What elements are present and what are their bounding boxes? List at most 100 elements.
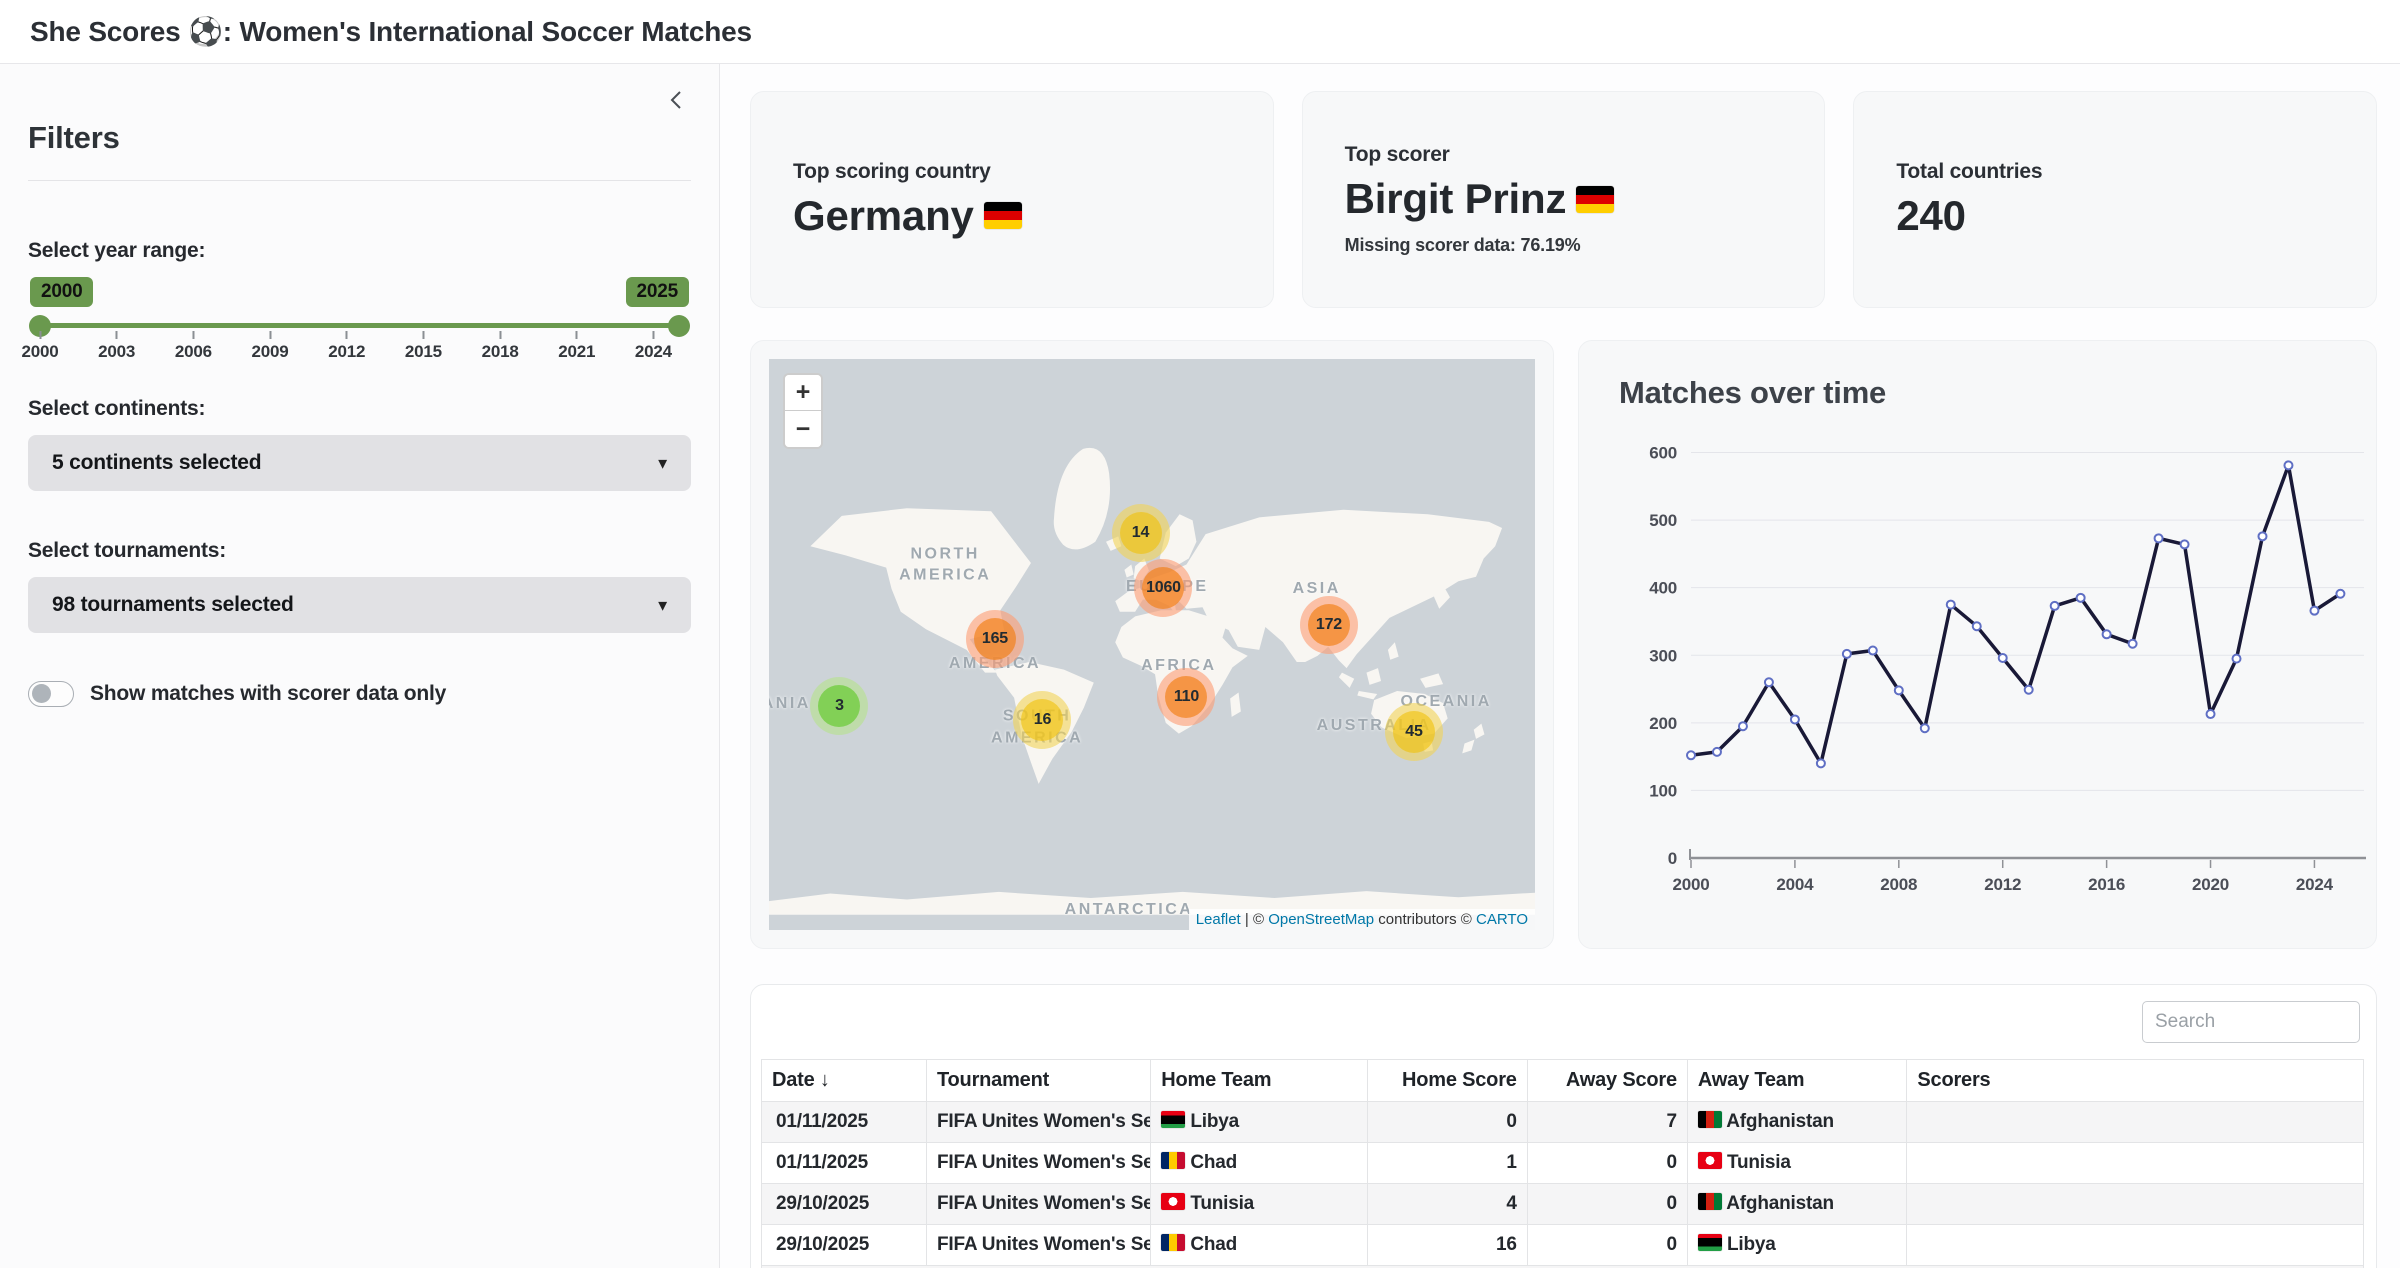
column-label: Scorers <box>1917 1069 1990 1091</box>
leaflet-link[interactable]: Leaflet <box>1196 911 1241 928</box>
column-header-away-team[interactable]: Away Team <box>1687 1060 1906 1102</box>
cluster-circle: 3 <box>818 685 860 727</box>
table-header-row: Date ↓TournamentHome Team Home Score Away … <box>762 1060 2364 1102</box>
card-label: Total countries <box>1896 160 2334 184</box>
scorer-data-toggle[interactable] <box>28 681 74 707</box>
map-cluster-marker[interactable]: 16 <box>1013 691 1071 749</box>
away-score-cell: 0 <box>1527 1143 1687 1184</box>
af-flag-icon <box>1698 1111 1722 1128</box>
matches-over-time-card: Matches over time 0100200300400500600200… <box>1578 340 2377 949</box>
cluster-count: 14 <box>1132 524 1149 542</box>
app-header: She Scores ⚽: Women's International Socc… <box>0 0 2400 64</box>
away-team-cell: Libya <box>1687 1225 1906 1266</box>
continents-select-value: 5 continents selected <box>52 451 261 475</box>
map-cluster-marker[interactable]: 172 <box>1300 596 1358 654</box>
team-name: Chad <box>1185 1152 1237 1173</box>
chart-data-point <box>2310 607 2318 615</box>
top-scoring-country-card: Top scoring country Germany <box>750 91 1274 308</box>
year-min-badge: 2000 <box>30 277 93 307</box>
search-input[interactable] <box>2142 1001 2360 1043</box>
x-axis-tick-label: 2004 <box>1776 875 1814 894</box>
match-date-cell: 29/10/2025 <box>762 1184 927 1225</box>
chart-data-point <box>2051 602 2059 610</box>
attribution-text: contributors © <box>1374 911 1476 928</box>
year-tick: 2024 <box>635 331 672 362</box>
scorers-cell <box>1907 1143 2364 1184</box>
map-zoom-control: + − <box>783 373 823 449</box>
y-axis-tick-label: 600 <box>1649 444 1677 463</box>
x-axis-tick-label: 2008 <box>1880 875 1917 894</box>
cluster-count: 1060 <box>1146 579 1181 597</box>
year-tick: 2009 <box>252 331 289 362</box>
column-header-date[interactable]: Date ↓ <box>762 1060 927 1102</box>
column-label: Home Score <box>1402 1069 1517 1091</box>
cluster-count: 45 <box>1405 723 1422 741</box>
column-label: Away Score <box>1566 1069 1677 1091</box>
year-tick: 2000 <box>21 331 58 362</box>
home-score-cell: 0 <box>1367 1102 1527 1143</box>
chart-data-point <box>2181 540 2189 548</box>
year-range-slider[interactable]: 2000 2025 200020032006200920122015201820… <box>40 277 679 369</box>
zoom-in-button[interactable]: + <box>785 375 821 411</box>
tournaments-select[interactable]: 98 tournaments selected ▾ <box>28 577 691 633</box>
table-row: 01/11/2025FIFA Unites Women's Series Cha… <box>762 1143 2364 1184</box>
continents-select[interactable]: 5 continents selected ▾ <box>28 435 691 491</box>
tournament-cell: FIFA Unites Women's Series <box>927 1143 1151 1184</box>
away-team-cell: Afghanistan <box>1687 1102 1906 1143</box>
year-range-label: Select year range: <box>28 239 691 263</box>
total-countries-card: Total countries 240 <box>1853 91 2377 308</box>
y-axis-tick-label: 100 <box>1649 781 1677 800</box>
x-axis-tick-label: 2024 <box>2296 875 2334 894</box>
germany-flag-icon <box>1576 186 1614 213</box>
map-cluster-marker[interactable]: 110 <box>1157 668 1215 726</box>
y-axis-tick-label: 300 <box>1649 646 1677 665</box>
openstreetmap-link[interactable]: OpenStreetMap <box>1268 911 1374 928</box>
column-header-away-score[interactable]: Away Score <box>1527 1060 1687 1102</box>
column-header-home-team[interactable]: Home Team <box>1151 1060 1367 1102</box>
zoom-out-button[interactable]: − <box>785 411 821 447</box>
column-header-home-score[interactable]: Home Score <box>1367 1060 1527 1102</box>
tick-label: 2006 <box>175 342 212 362</box>
map-cluster-marker[interactable]: 165 <box>966 610 1024 668</box>
cluster-count: 165 <box>982 630 1008 648</box>
cluster-circle: 165 <box>974 618 1016 660</box>
column-header-scorers[interactable]: Scorers <box>1907 1060 2364 1102</box>
x-axis-tick-label: 2020 <box>2192 875 2229 894</box>
chart-data-point <box>1817 759 1825 767</box>
cluster-circle: 14 <box>1120 512 1162 554</box>
year-tick: 2003 <box>98 331 135 362</box>
map-cluster-marker[interactable]: 3 <box>810 677 868 735</box>
tick-label: 2003 <box>98 342 135 362</box>
ly-flag-icon <box>1698 1234 1722 1251</box>
chart-data-point <box>1999 654 2007 662</box>
tn-flag-icon <box>1161 1193 1185 1210</box>
scorers-cell <box>1907 1225 2364 1266</box>
sidebar-collapse-button[interactable] <box>667 88 685 115</box>
x-axis-tick-label: 2016 <box>2088 875 2125 894</box>
td-flag-icon <box>1161 1152 1185 1169</box>
world-map <box>769 359 1535 930</box>
tn-flag-icon <box>1698 1152 1722 1169</box>
map-cluster-marker[interactable]: 1060 <box>1134 559 1192 617</box>
map-viewport[interactable]: NORTH AMERICAEUROPEASIAAFRICAAMERICASOUT… <box>769 359 1535 930</box>
ly-flag-icon <box>1161 1111 1185 1128</box>
column-header-tournament[interactable]: Tournament <box>927 1060 1151 1102</box>
chart-data-point <box>2129 640 2137 648</box>
home-team-cell: Chad <box>1151 1143 1367 1184</box>
y-axis-tick-label: 400 <box>1649 579 1677 598</box>
chart-data-point <box>2258 532 2266 540</box>
slider-track[interactable] <box>40 323 679 328</box>
tick-mark-icon <box>422 331 424 339</box>
map-cluster-marker[interactable]: 14 <box>1112 504 1170 562</box>
map-cluster-marker[interactable]: 45 <box>1385 703 1443 761</box>
chart-title: Matches over time <box>1619 375 2376 411</box>
carto-link[interactable]: CARTO <box>1476 911 1528 928</box>
team-name: Afghanistan <box>1722 1193 1834 1214</box>
cluster-circle: 45 <box>1393 711 1435 753</box>
chart-data-point <box>1713 748 1721 756</box>
x-axis-tick-label: 2012 <box>1984 875 2021 894</box>
year-tick: 2006 <box>175 331 212 362</box>
tick-label: 2015 <box>405 342 442 362</box>
matches-table: Date ↓TournamentHome Team Home Score Away … <box>761 1059 2364 1266</box>
tick-mark-icon <box>116 331 118 339</box>
